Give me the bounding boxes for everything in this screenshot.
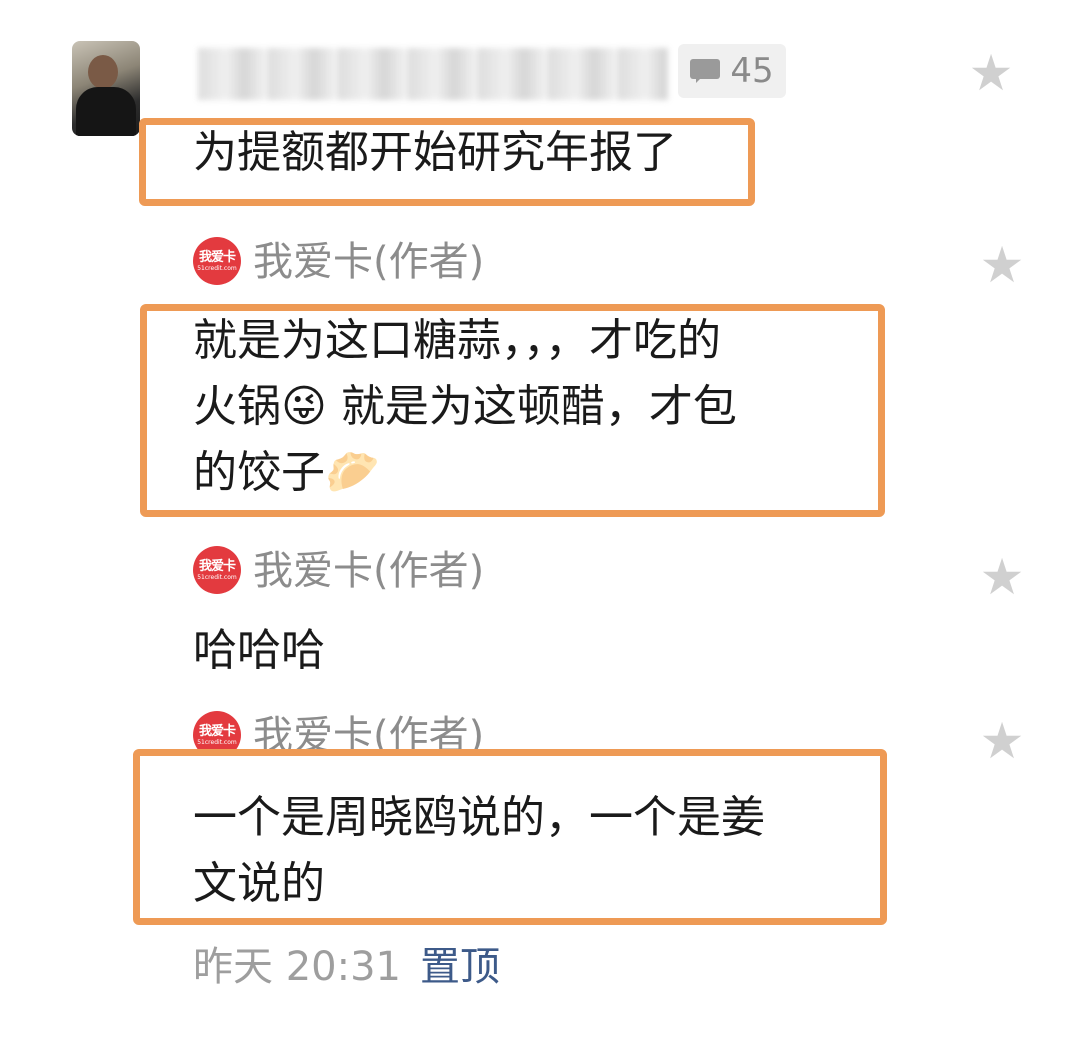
avatar-body <box>76 87 136 136</box>
reply-text: 一个是周晓鸥说的，一个是姜 文说的 <box>193 792 765 909</box>
avatar-domain-text: 51credit.com <box>197 738 237 746</box>
commenter-avatar[interactable] <box>72 41 140 136</box>
author-avatar[interactable]: 我爱卡 51credit.com <box>193 546 241 594</box>
avatar-head <box>88 55 118 89</box>
reply-count: 45 <box>730 51 774 91</box>
avatar-logo-text: 我爱卡 <box>198 558 236 574</box>
reply-count-button[interactable]: 45 <box>678 44 786 98</box>
avatar-logo-text: 我爱卡 <box>198 249 236 265</box>
commenter-name-blurred <box>198 48 668 100</box>
comment-bubble-icon <box>690 59 721 83</box>
avatar-domain-text: 51credit.com <box>197 573 237 581</box>
reply-text: 就是为这口糖蒜，，，才吃的 火锅😜 就是为这顿醋，才包 的饺子🥟 <box>193 315 737 498</box>
comment-text: 为提额都开始研究年报了 <box>193 127 677 178</box>
author-avatar[interactable]: 我爱卡 51credit.com <box>193 237 241 285</box>
like-star-icon[interactable]: ★ <box>977 552 1027 602</box>
pin-button[interactable]: 置顶 <box>420 940 500 994</box>
comment-timestamp: 昨天 20:31 <box>193 944 401 990</box>
like-star-icon[interactable]: ★ <box>966 48 1016 98</box>
like-star-icon[interactable]: ★ <box>977 716 1027 766</box>
like-star-icon[interactable]: ★ <box>977 240 1027 290</box>
avatar-domain-text: 51credit.com <box>197 264 237 272</box>
author-name[interactable]: 我爱卡(作者) <box>253 238 484 286</box>
avatar-logo-text: 我爱卡 <box>198 723 236 739</box>
reply-text: 哈哈哈 <box>193 625 325 676</box>
author-name[interactable]: 我爱卡(作者) <box>253 547 484 595</box>
